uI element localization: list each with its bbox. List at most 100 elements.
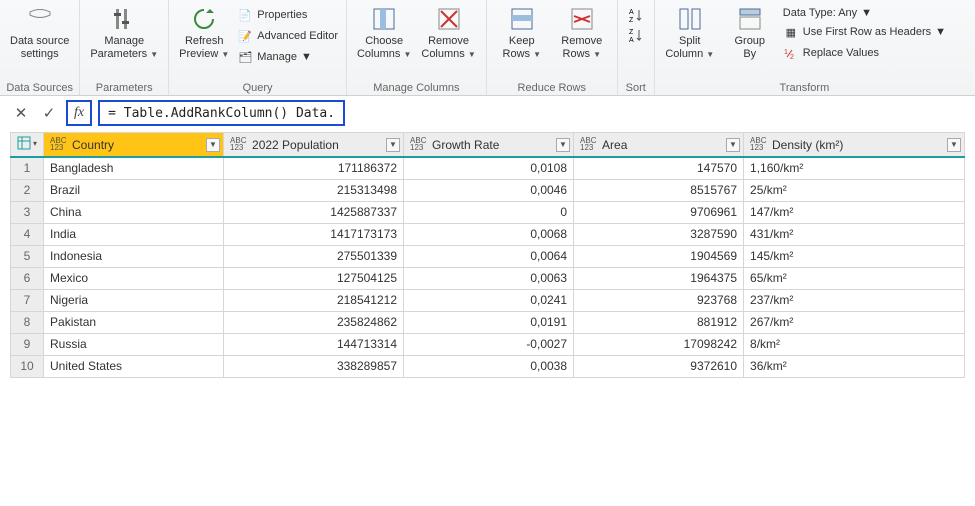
- cell-country[interactable]: United States: [44, 355, 224, 377]
- svg-text:Z: Z: [629, 17, 634, 23]
- cell-population[interactable]: 1417173173: [224, 223, 404, 245]
- table-row[interactable]: 7Nigeria2185412120,0241923768237/km²: [11, 289, 965, 311]
- cell-population[interactable]: 144713314: [224, 333, 404, 355]
- cell-growth[interactable]: 0,0191: [404, 311, 574, 333]
- split-column-button[interactable]: Split Column ▼: [661, 2, 719, 62]
- sort-asc-button[interactable]: AZ: [626, 6, 646, 24]
- cell-population[interactable]: 127504125: [224, 267, 404, 289]
- remove-rows-button[interactable]: Remove Rows ▼: [553, 2, 611, 62]
- cell-area[interactable]: 1904569: [574, 245, 744, 267]
- cell-growth[interactable]: 0,0046: [404, 179, 574, 201]
- cell-density[interactable]: 36/km²: [744, 355, 965, 377]
- accept-formula-button[interactable]: ✓: [38, 102, 60, 124]
- cell-population[interactable]: 1425887337: [224, 201, 404, 223]
- cell-country[interactable]: Nigeria: [44, 289, 224, 311]
- manage-parameters-button[interactable]: Manage Parameters ▼: [86, 2, 162, 62]
- cell-area[interactable]: 1964375: [574, 267, 744, 289]
- cancel-formula-button[interactable]: ✕: [10, 102, 32, 124]
- table-row[interactable]: 8Pakistan2358248620,0191881912267/km²: [11, 311, 965, 333]
- cell-growth[interactable]: 0,0068: [404, 223, 574, 245]
- table-row[interactable]: 1Bangladesh1711863720,01081475701,160/km…: [11, 157, 965, 179]
- fx-button[interactable]: fx: [66, 100, 92, 126]
- cell-population[interactable]: 171186372: [224, 157, 404, 179]
- replace-values-button[interactable]: 12 Replace Values: [781, 44, 948, 62]
- table-row[interactable]: 3China142588733709706961147/km²: [11, 201, 965, 223]
- cell-density[interactable]: 8/km²: [744, 333, 965, 355]
- properties-button[interactable]: 📄 Properties: [235, 6, 340, 24]
- cell-area[interactable]: 9372610: [574, 355, 744, 377]
- filter-button[interactable]: ▼: [556, 138, 570, 152]
- cell-growth[interactable]: 0,0108: [404, 157, 574, 179]
- advanced-editor-icon: 📝: [237, 28, 253, 44]
- cell-area[interactable]: 147570: [574, 157, 744, 179]
- data-type-button[interactable]: Data Type: Any ▼: [781, 6, 948, 20]
- cell-growth[interactable]: 0: [404, 201, 574, 223]
- cell-area[interactable]: 17098242: [574, 333, 744, 355]
- cell-population[interactable]: 338289857: [224, 355, 404, 377]
- column-header-population[interactable]: ABC123 2022 Population ▼: [224, 133, 404, 158]
- cell-country[interactable]: Brazil: [44, 179, 224, 201]
- cell-density[interactable]: 65/km²: [744, 267, 965, 289]
- cell-growth[interactable]: 0,0063: [404, 267, 574, 289]
- chevron-down-icon: ▼: [150, 50, 158, 59]
- cell-population[interactable]: 235824862: [224, 311, 404, 333]
- cell-density[interactable]: 145/km²: [744, 245, 965, 267]
- filter-button[interactable]: ▼: [726, 138, 740, 152]
- cell-country[interactable]: Mexico: [44, 267, 224, 289]
- cell-area[interactable]: 923768: [574, 289, 744, 311]
- column-header-country[interactable]: ABC123 Country ▼: [44, 133, 224, 158]
- table-corner[interactable]: ▾: [11, 133, 44, 158]
- filter-button[interactable]: ▼: [947, 138, 961, 152]
- svg-text:1: 1: [784, 49, 788, 56]
- table-row[interactable]: 10United States3382898570,0038937261036/…: [11, 355, 965, 377]
- group-label: Data Sources: [6, 81, 73, 94]
- column-header-density[interactable]: ABC123 Density (km²) ▼: [744, 133, 965, 158]
- cell-country[interactable]: India: [44, 223, 224, 245]
- table-row[interactable]: 9Russia144713314-0,0027170982428/km²: [11, 333, 965, 355]
- keep-rows-button[interactable]: Keep Rows ▼: [493, 2, 551, 62]
- table-row[interactable]: 5Indonesia2755013390,00641904569145/km²: [11, 245, 965, 267]
- cell-country[interactable]: Bangladesh: [44, 157, 224, 179]
- remove-columns-button[interactable]: Remove Columns ▼: [417, 2, 479, 62]
- manage-button[interactable]: 🗂 Manage ▼: [235, 48, 340, 66]
- filter-button[interactable]: ▼: [386, 138, 400, 152]
- table-row[interactable]: 2Brazil2153134980,0046851576725/km²: [11, 179, 965, 201]
- table-row[interactable]: 4India14171731730,00683287590431/km²: [11, 223, 965, 245]
- sort-desc-button[interactable]: ZA: [626, 26, 646, 44]
- column-header-area[interactable]: ABC123 Area ▼: [574, 133, 744, 158]
- row-number: 7: [11, 289, 44, 311]
- cell-growth[interactable]: 0,0038: [404, 355, 574, 377]
- advanced-editor-button[interactable]: 📝 Advanced Editor: [235, 27, 340, 45]
- cell-population[interactable]: 275501339: [224, 245, 404, 267]
- group-query: Refresh Preview ▼ 📄 Properties 📝 Advance…: [169, 0, 347, 95]
- use-first-row-button[interactable]: ▦ Use First Row as Headers ▼: [781, 23, 948, 41]
- cell-area[interactable]: 3287590: [574, 223, 744, 245]
- cell-country[interactable]: Indonesia: [44, 245, 224, 267]
- data-source-settings-button[interactable]: Data source settings: [6, 2, 73, 62]
- cell-area[interactable]: 8515767: [574, 179, 744, 201]
- refresh-preview-button[interactable]: Refresh Preview ▼: [175, 2, 233, 62]
- cell-population[interactable]: 215313498: [224, 179, 404, 201]
- cell-growth[interactable]: 0,0241: [404, 289, 574, 311]
- cell-density[interactable]: 147/km²: [744, 201, 965, 223]
- cell-density[interactable]: 267/km²: [744, 311, 965, 333]
- cell-density[interactable]: 1,160/km²: [744, 157, 965, 179]
- cell-country[interactable]: Pakistan: [44, 311, 224, 333]
- cell-density[interactable]: 25/km²: [744, 179, 965, 201]
- table-row[interactable]: 6Mexico1275041250,0063196437565/km²: [11, 267, 965, 289]
- cell-population[interactable]: 218541212: [224, 289, 404, 311]
- column-header-growth[interactable]: ABC123 Growth Rate ▼: [404, 133, 574, 158]
- group-by-button[interactable]: Group By: [721, 2, 779, 62]
- cell-growth[interactable]: 0,0064: [404, 245, 574, 267]
- cell-density[interactable]: 431/km²: [744, 223, 965, 245]
- cell-density[interactable]: 237/km²: [744, 289, 965, 311]
- filter-button[interactable]: ▼: [206, 138, 220, 152]
- cell-area[interactable]: 9706961: [574, 201, 744, 223]
- cell-country[interactable]: Russia: [44, 333, 224, 355]
- cell-area[interactable]: 881912: [574, 311, 744, 333]
- cell-country[interactable]: China: [44, 201, 224, 223]
- cell-growth[interactable]: -0,0027: [404, 333, 574, 355]
- choose-columns-button[interactable]: Choose Columns ▼: [353, 2, 415, 62]
- chevron-down-icon: ▼: [861, 7, 872, 19]
- formula-input[interactable]: = Table.AddRankColumn() Data.: [98, 100, 345, 126]
